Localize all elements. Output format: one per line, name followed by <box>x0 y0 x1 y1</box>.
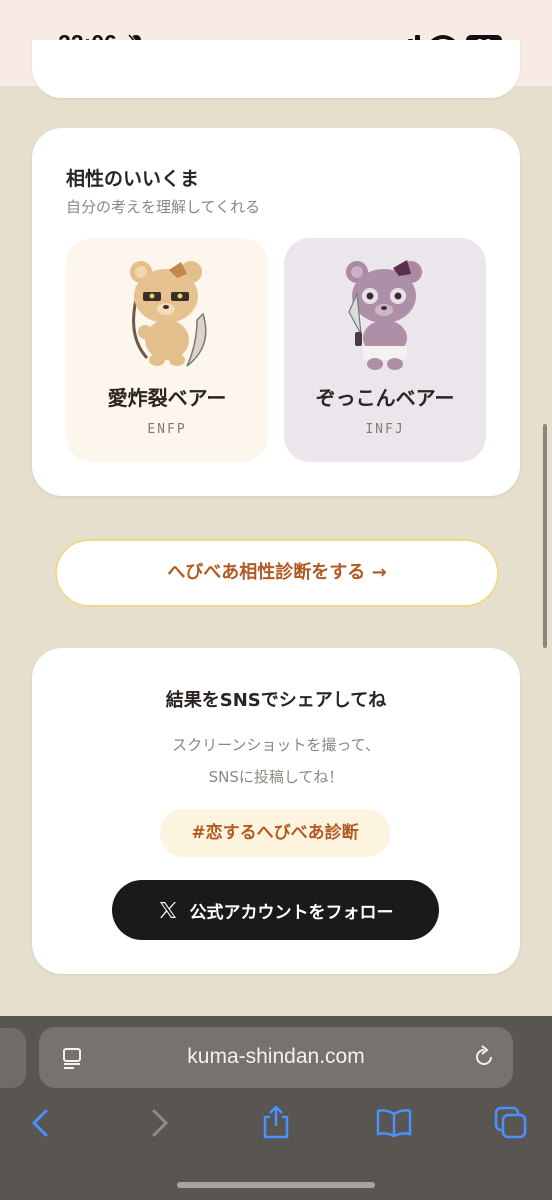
x-logo-icon <box>159 902 176 918</box>
forward-arrow-icon[interactable] <box>150 1108 170 1138</box>
url-text: kuma-shindan.com <box>187 1045 365 1068</box>
home-indicator <box>177 1182 375 1188</box>
bear-name: ぞっこんベアー <box>315 386 455 410</box>
address-bar[interactable]: kuma-shindan.com <box>39 1027 513 1088</box>
purple-bear-with-knife-illustration <box>346 260 422 370</box>
follow-button-label: 公式アカウントをフォロー <box>189 902 394 923</box>
bear-type: INFJ <box>365 422 405 437</box>
browser-toolbar: kuma-shindan.com <box>0 1016 552 1200</box>
back-arrow-icon[interactable] <box>30 1108 50 1138</box>
tabs-icon[interactable] <box>494 1106 528 1140</box>
share-instruction-line1: スクリーンショットを撮って、 <box>172 736 380 754</box>
share-title: 結果をSNSでシェアしてね <box>165 690 387 711</box>
bookmarks-icon[interactable] <box>376 1108 412 1138</box>
share-instruction-line2: SNSに投稿してね！ <box>208 768 344 786</box>
tan-bear-with-scythe-illustration <box>130 261 207 367</box>
follow-official-account-button[interactable]: 公式アカウントをフォロー <box>112 880 439 940</box>
hashtag-badge[interactable]: #恋するへびべあ診断 <box>160 809 390 857</box>
previous-card-bottom <box>32 40 520 98</box>
share-icon[interactable] <box>261 1104 291 1140</box>
compatibility-diagnosis-button[interactable]: へびべあ相性診断をする → <box>55 539 499 607</box>
bear-tile-enfp[interactable]: 愛炸裂ベアー ENFP <box>66 238 268 462</box>
page-scrollbar[interactable] <box>543 424 547 648</box>
compatibility-subtitle: 自分の考えを理解してくれる <box>66 198 261 216</box>
bear-name: 愛炸裂ベアー <box>107 386 227 410</box>
compatibility-card: 相性のいいくま 自分の考えを理解してくれる 愛炸裂ベアー ENFP ぞっこんベア… <box>32 128 520 496</box>
previous-tab-preview[interactable] <box>0 1028 26 1088</box>
bear-tile-infj[interactable]: ぞっこんベアー INFJ <box>284 238 486 462</box>
bear-type: ENFP <box>147 422 187 437</box>
compatibility-title: 相性のいいくま <box>66 168 200 190</box>
share-card: 結果をSNSでシェアしてね スクリーンショットを撮って、 SNSに投稿してね！ … <box>32 648 520 974</box>
reload-icon[interactable] <box>471 1044 497 1070</box>
